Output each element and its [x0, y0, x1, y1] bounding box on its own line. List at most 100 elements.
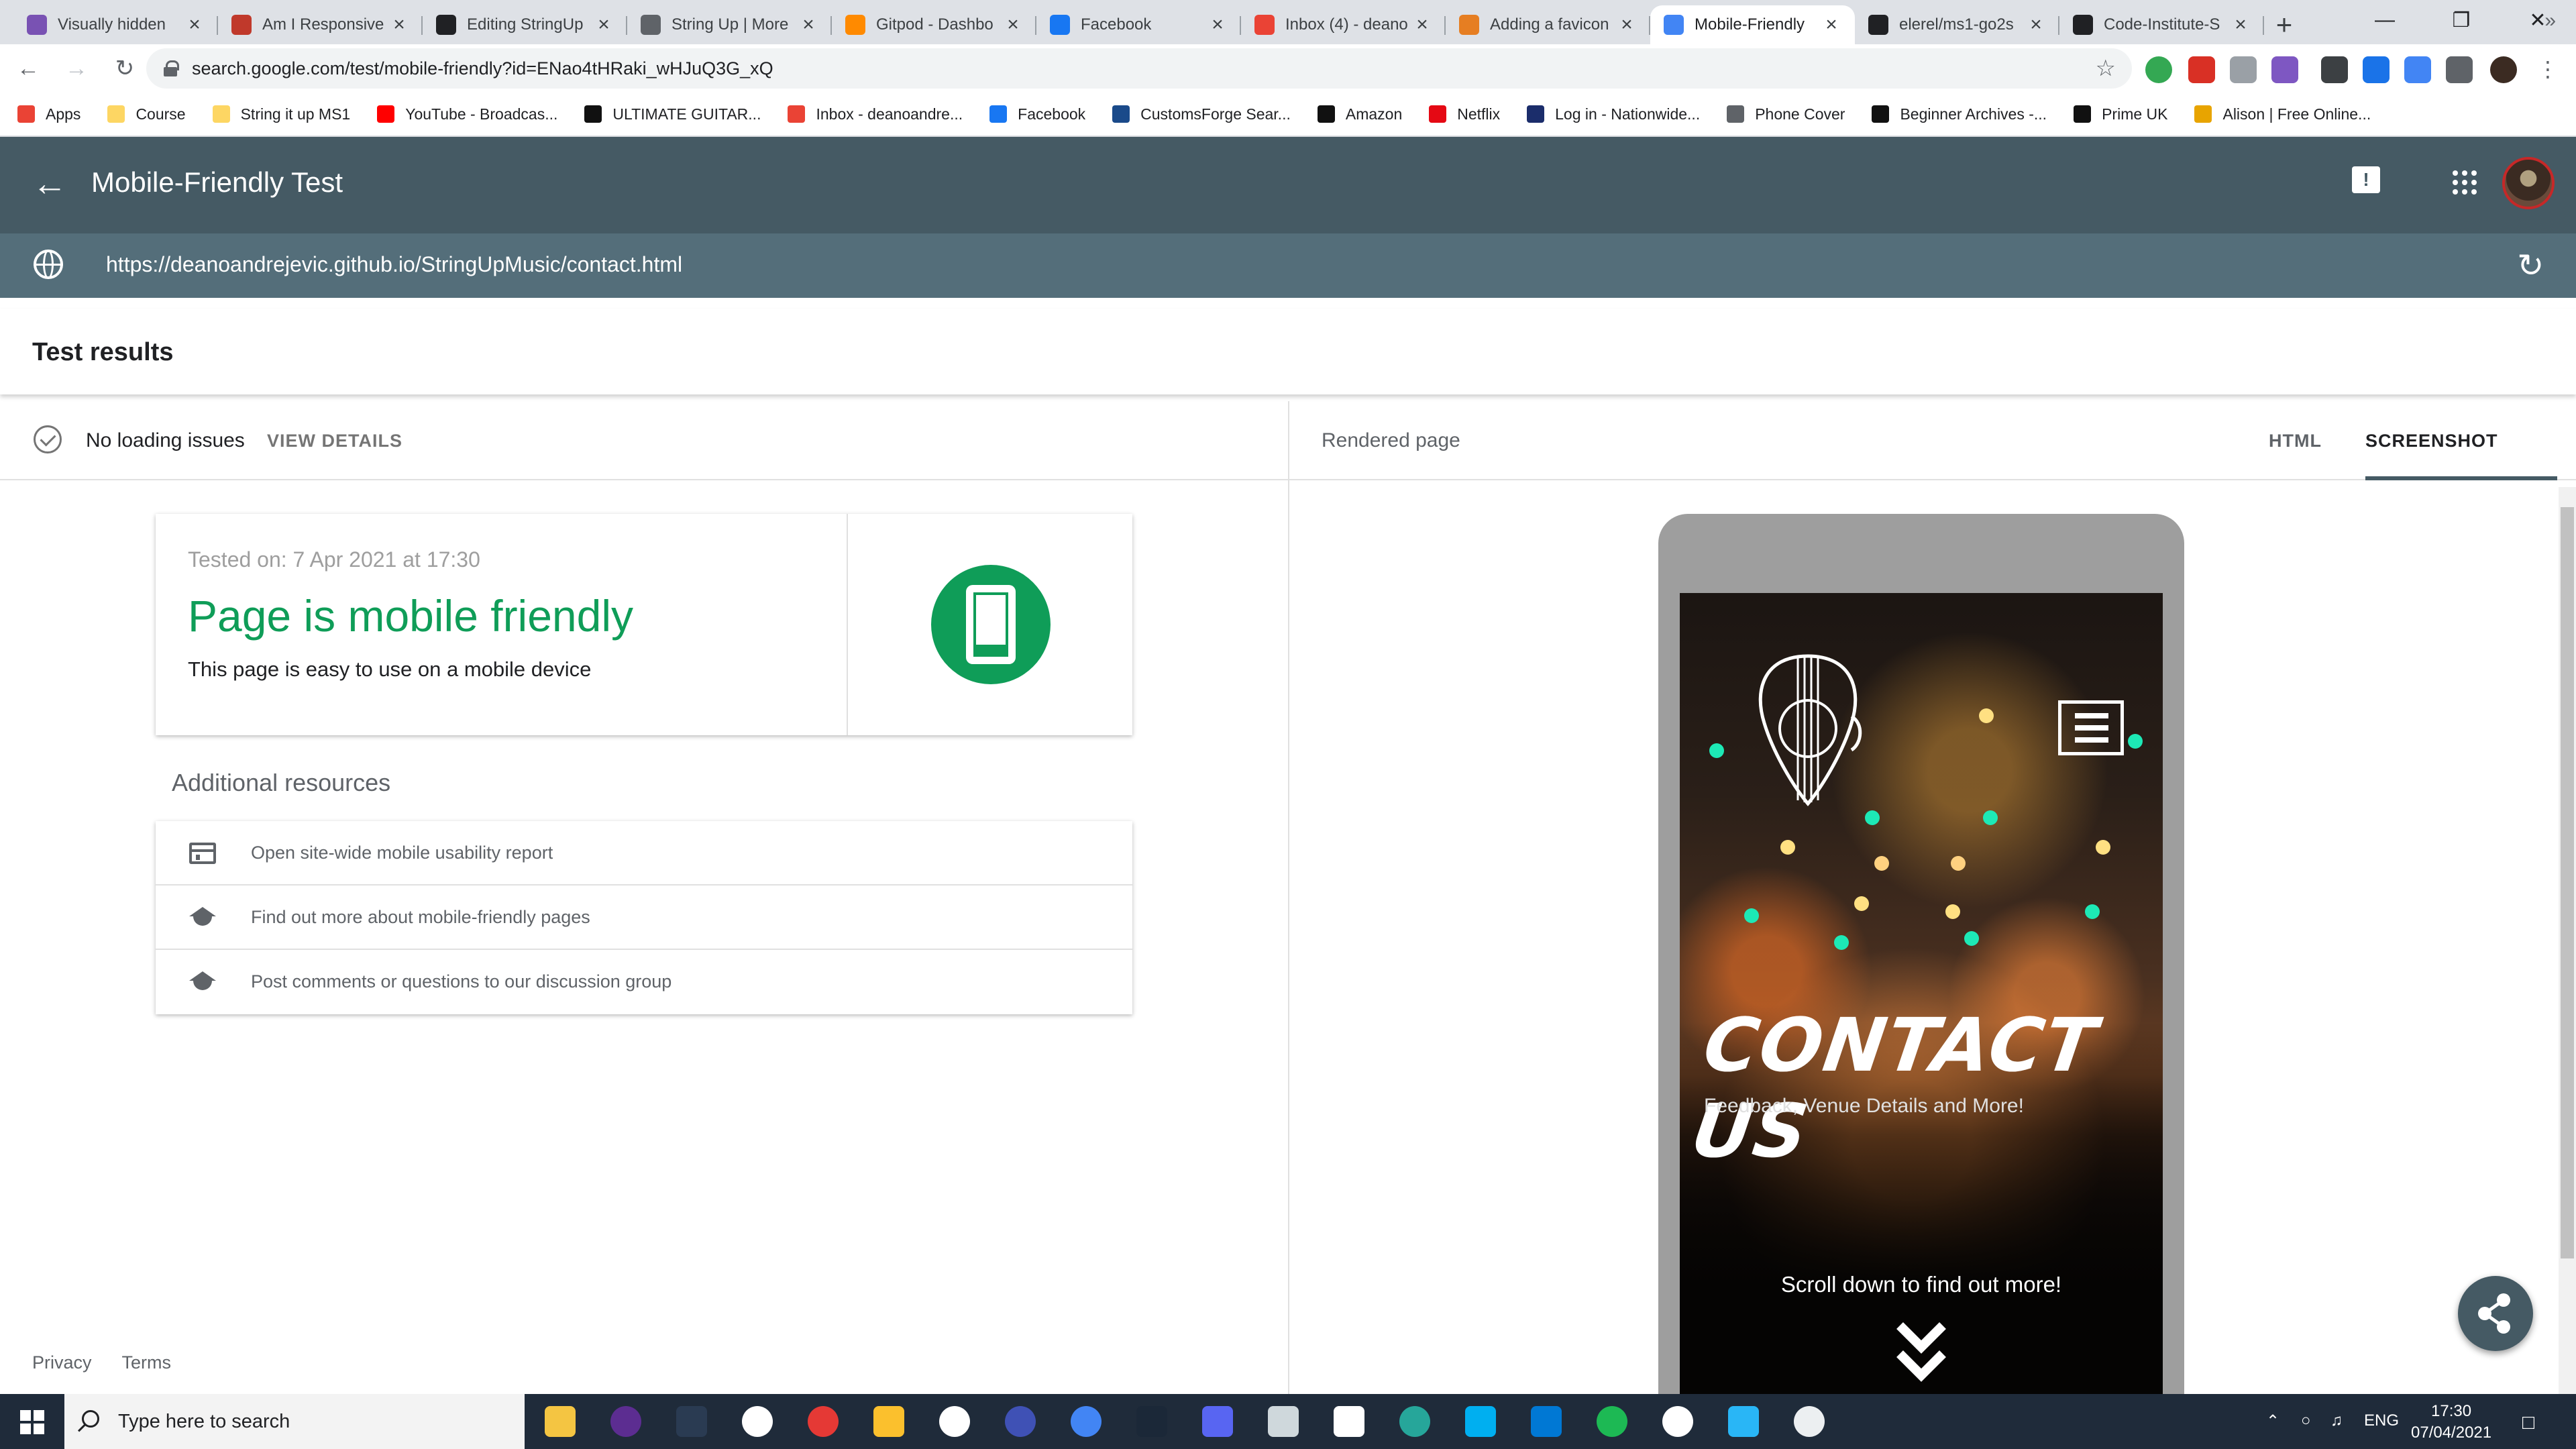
bookmark-item[interactable]: Alison | Free Online...	[2194, 105, 2371, 123]
browser-tab[interactable]: Editing StringUp ×	[423, 5, 627, 44]
bookmark-star-icon[interactable]: ☆	[2096, 55, 2116, 82]
bookmark-item[interactable]: Phone Cover	[1727, 105, 1845, 123]
terms-link[interactable]: Terms	[122, 1352, 172, 1373]
windows-start-icon[interactable]	[20, 1410, 44, 1434]
extension-icon[interactable]	[2271, 56, 2298, 83]
bookmark-label[interactable]: Facebook	[1018, 105, 1085, 123]
chrome-icon[interactable]	[1071, 1406, 1102, 1437]
resource-label[interactable]: Find out more about mobile-friendly page…	[251, 907, 590, 928]
bookmark-label[interactable]: Netflix	[1457, 105, 1500, 123]
close-tab-icon[interactable]: ×	[389, 13, 409, 36]
browser-tab[interactable]: Inbox (4) - deano ×	[1241, 5, 1446, 44]
skype-icon[interactable]	[1465, 1406, 1496, 1437]
app-icon[interactable]	[1268, 1406, 1299, 1437]
resource-item[interactable]: Open site-wide mobile usability report	[156, 821, 1132, 885]
browser-tab[interactable]: Facebook ×	[1036, 5, 1241, 44]
volume-icon[interactable]: ♫	[2330, 1411, 2343, 1430]
apps-grid-icon[interactable]	[2453, 170, 2477, 195]
browser-tab[interactable]: Gitpod - Dashbo ×	[832, 5, 1036, 44]
extension-icon[interactable]	[2188, 56, 2215, 83]
bookmark-label[interactable]: Inbox - deanoandre...	[816, 105, 963, 123]
view-details-link[interactable]: VIEW DETAILS	[267, 431, 402, 451]
extension-icon[interactable]	[2145, 56, 2172, 83]
browser-tab[interactable]: Mobile-Friendly ×	[1650, 5, 1855, 44]
app-icon[interactable]	[1662, 1406, 1693, 1437]
close-tab-icon[interactable]: ×	[1412, 13, 1432, 36]
app-icon[interactable]	[676, 1406, 707, 1437]
spotify-icon[interactable]	[1597, 1406, 1627, 1437]
settings-gear-icon[interactable]	[1794, 1406, 1825, 1437]
tested-url[interactable]: https://deanoandrejevic.github.io/String…	[106, 252, 682, 277]
ea-icon[interactable]	[808, 1406, 839, 1437]
bookmark-label[interactable]: ULTIMATE GUITAR...	[612, 105, 761, 123]
bookmark-item[interactable]: Facebook	[989, 105, 1085, 123]
close-tab-icon[interactable]: ×	[1208, 13, 1228, 36]
privacy-link[interactable]: Privacy	[32, 1352, 92, 1373]
bookmark-item[interactable]: Apps	[17, 105, 80, 123]
tab-title[interactable]: Am I Responsive	[262, 15, 389, 34]
bookmark-label[interactable]: Prime UK	[2102, 105, 2167, 123]
mail-icon[interactable]	[1531, 1406, 1562, 1437]
cortana-icon[interactable]	[610, 1406, 641, 1437]
retest-reload-icon[interactable]: ↻	[2517, 247, 2544, 284]
feedback-icon[interactable]: !	[2352, 166, 2380, 193]
notification-icon[interactable]: □	[2522, 1411, 2534, 1434]
close-tab-icon[interactable]: ×	[184, 13, 205, 36]
tab-title[interactable]: Adding a favicon	[1490, 15, 1617, 34]
address-bar[interactable]: search.google.com/test/mobile-friendly?i…	[146, 48, 2132, 89]
bookmarks-overflow-icon[interactable]: »	[2544, 9, 2556, 32]
bookmark-label[interactable]: Amazon	[1346, 105, 1402, 123]
browser-tab[interactable]: elerel/ms1-go2s ×	[1855, 5, 2059, 44]
bookmark-label[interactable]: YouTube - Broadcas...	[405, 105, 557, 123]
browser-tab[interactable]: Visually hidden ×	[13, 5, 218, 44]
app-icon[interactable]	[1334, 1406, 1364, 1437]
avatar[interactable]	[2502, 157, 2555, 209]
tab-title[interactable]: elerel/ms1-go2s	[1899, 15, 2026, 34]
bookmark-item[interactable]: Amazon	[1317, 105, 1402, 123]
tab-title[interactable]: Inbox (4) - deano	[1285, 15, 1412, 34]
rockstar-icon[interactable]	[873, 1406, 904, 1437]
bookmark-label[interactable]: String it up MS1	[241, 105, 351, 123]
app-icon[interactable]	[1399, 1406, 1430, 1437]
restore-button[interactable]: ❐	[2423, 0, 2500, 40]
resource-label[interactable]: Open site-wide mobile usability report	[251, 843, 553, 863]
taskbar-search-box[interactable]: Type here to search	[64, 1394, 525, 1449]
bookmark-item[interactable]: ULTIMATE GUITAR...	[584, 105, 761, 123]
back-arrow-icon[interactable]: ←	[8, 48, 48, 89]
bookmark-label[interactable]: Log in - Nationwide...	[1555, 105, 1700, 123]
close-tab-icon[interactable]: ×	[594, 13, 614, 36]
tab-title[interactable]: Facebook	[1081, 15, 1208, 34]
back-arrow-icon[interactable]: ←	[32, 164, 67, 204]
minimize-button[interactable]: —	[2347, 0, 2423, 40]
bookmark-item[interactable]: YouTube - Broadcas...	[377, 105, 557, 123]
app-icon[interactable]	[742, 1406, 773, 1437]
taskbar-clock[interactable]: 17:30 07/04/2021	[2411, 1401, 2491, 1444]
bookmark-label[interactable]: Beginner Archives -...	[1900, 105, 2047, 123]
close-tab-icon[interactable]: ×	[2026, 13, 2046, 36]
discord-icon[interactable]	[1202, 1406, 1233, 1437]
close-tab-icon[interactable]: ×	[798, 13, 818, 36]
resource-item[interactable]: Post comments or questions to our discus…	[156, 950, 1132, 1014]
app-icon[interactable]	[1005, 1406, 1036, 1437]
tab-title[interactable]: Gitpod - Dashbo	[876, 15, 1003, 34]
bookmark-label[interactable]: Phone Cover	[1755, 105, 1845, 123]
new-tab-button[interactable]: +	[2264, 5, 2304, 44]
resource-label[interactable]: Post comments or questions to our discus…	[251, 971, 672, 992]
bookmark-item[interactable]: CustomsForge Sear...	[1112, 105, 1291, 123]
network-icon[interactable]: ○	[2301, 1411, 2311, 1430]
close-tab-icon[interactable]: ×	[1821, 13, 1841, 36]
profile-avatar[interactable]	[2490, 56, 2517, 83]
extension-icon[interactable]	[2404, 56, 2431, 83]
browser-menu-icon[interactable]: ⋮	[2534, 56, 2561, 83]
extension-icon[interactable]	[2230, 56, 2257, 83]
extension-icon[interactable]	[2363, 56, 2390, 83]
extension-icon[interactable]	[2321, 56, 2348, 83]
bookmark-label[interactable]: CustomsForge Sear...	[1140, 105, 1291, 123]
extensions-puzzle-icon[interactable]	[2446, 56, 2473, 83]
steam-icon[interactable]	[1136, 1406, 1167, 1437]
close-tab-icon[interactable]: ×	[2231, 13, 2251, 36]
close-window-button[interactable]: ✕	[2500, 0, 2576, 40]
bookmark-item[interactable]: Log in - Nationwide...	[1527, 105, 1700, 123]
browser-tab[interactable]: Am I Responsive ×	[218, 5, 423, 44]
taskbar-search-placeholder[interactable]: Type here to search	[118, 1411, 290, 1433]
